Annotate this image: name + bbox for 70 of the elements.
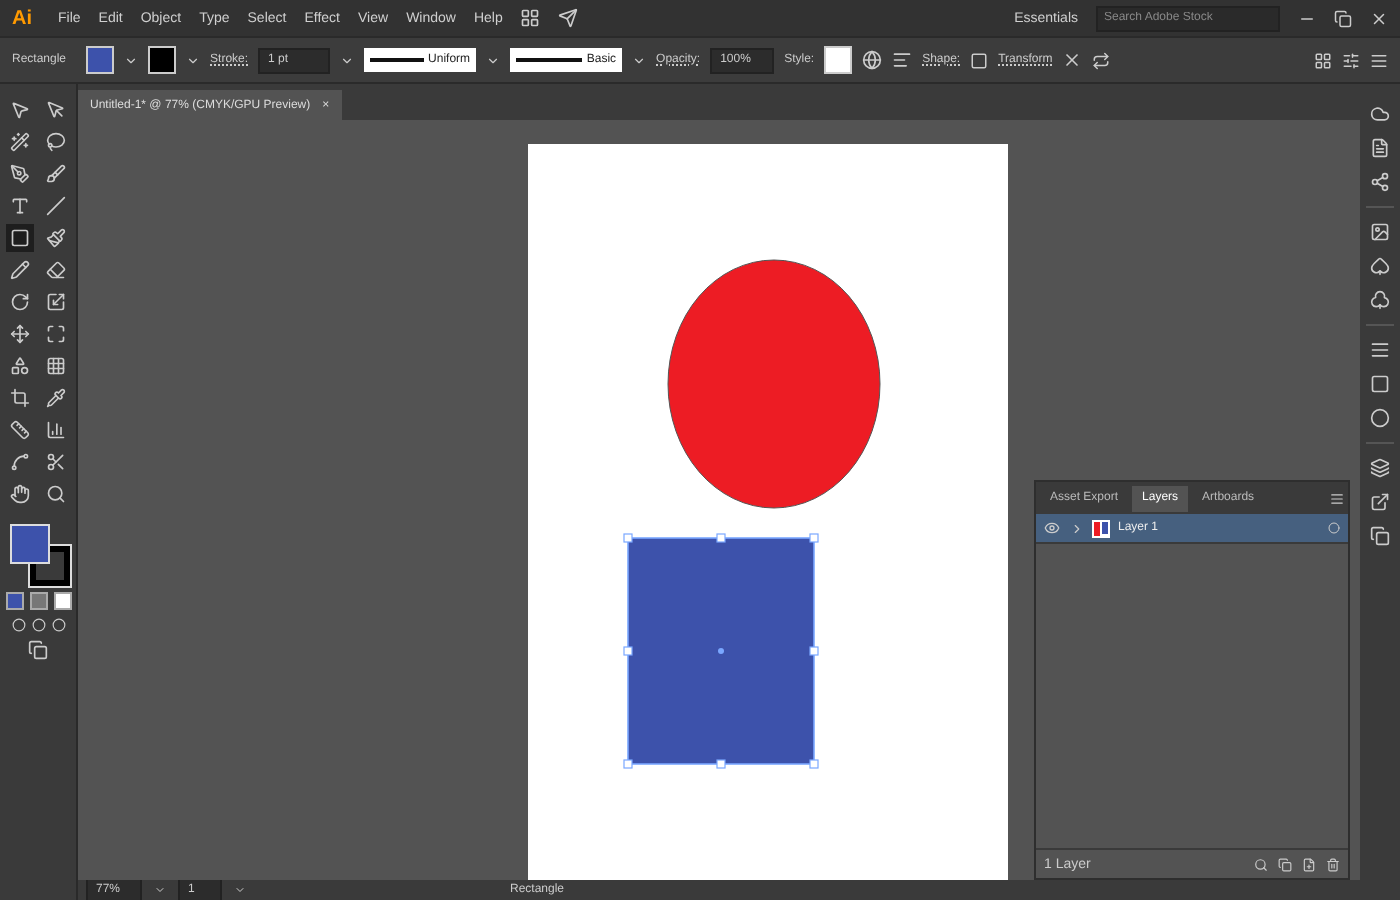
- document-icon: [1370, 138, 1390, 158]
- export-icon: [1370, 492, 1390, 512]
- tool-button[interactable]: [42, 352, 70, 380]
- tool-button[interactable]: [6, 256, 34, 284]
- align-icon: [892, 50, 913, 70]
- gradient-mode-icon[interactable]: [29, 592, 47, 610]
- share-icon: [1370, 172, 1390, 192]
- tool-button[interactable]: [42, 224, 70, 252]
- tool-button[interactable]: [42, 192, 70, 220]
- tool-button[interactable]: [42, 256, 70, 284]
- globe-icon: [862, 50, 883, 70]
- tool-button[interactable]: [6, 288, 34, 316]
- send-icon: [558, 8, 579, 28]
- tool-button[interactable]: [6, 352, 34, 380]
- caret-icon: [154, 884, 166, 896]
- close-icon: [1370, 9, 1388, 27]
- expand-icon: [1070, 521, 1084, 535]
- layout-icon: [520, 8, 541, 28]
- tool-button[interactable]: [42, 288, 70, 316]
- circle-icon: [1370, 408, 1390, 428]
- caret-icon: [186, 53, 201, 67]
- visibility-icon: [1044, 520, 1060, 536]
- none-mode-icon[interactable]: [53, 592, 71, 610]
- tool-button[interactable]: [6, 416, 34, 444]
- tool-button[interactable]: [6, 224, 34, 252]
- caret-icon: [632, 53, 647, 67]
- layers-icon: [1370, 458, 1390, 478]
- lines-icon: [1370, 340, 1390, 360]
- color-mode-icon[interactable]: [5, 592, 23, 610]
- caret-icon: [124, 53, 139, 67]
- club-icon: [1370, 290, 1390, 310]
- sliders-icon: [1342, 51, 1360, 69]
- fill-swatch[interactable]: [10, 524, 50, 564]
- image-icon: [1370, 222, 1390, 242]
- target-icon: [1328, 522, 1340, 534]
- tool-button[interactable]: [42, 416, 70, 444]
- tool-button[interactable]: [6, 480, 34, 508]
- spade-icon: [1370, 256, 1390, 276]
- tool-button[interactable]: [6, 384, 34, 412]
- copy-icon: [1370, 526, 1390, 546]
- tool-button[interactable]: [42, 320, 70, 348]
- tool-button[interactable]: [6, 160, 34, 188]
- tool-button[interactable]: [42, 128, 70, 156]
- delete-icon: [1326, 857, 1340, 871]
- fill-swatch[interactable]: [86, 46, 115, 74]
- tool-button[interactable]: [6, 128, 34, 156]
- square-icon: [1370, 374, 1390, 394]
- tool-button[interactable]: [42, 384, 70, 412]
- tool-button[interactable]: [6, 448, 34, 476]
- menu-icon: [1370, 51, 1388, 69]
- square-icon: [970, 51, 989, 69]
- stroke-swatch[interactable]: [30, 546, 70, 586]
- screen-mode-icon: [28, 640, 48, 660]
- grid-icon: [1314, 51, 1332, 69]
- style-swatch[interactable]: [824, 46, 853, 74]
- menu-icon: [1330, 491, 1344, 505]
- collect-icon: [1278, 857, 1292, 871]
- caret-icon: [234, 884, 246, 896]
- caret-icon: [486, 53, 501, 67]
- caret-icon: [340, 53, 355, 67]
- tool-button[interactable]: [42, 480, 70, 508]
- new-layer-icon: [1302, 857, 1316, 871]
- tool-button[interactable]: [6, 320, 34, 348]
- app-logo: Ai: [12, 7, 32, 29]
- cloud-icon: [1370, 104, 1390, 124]
- repeat-icon: [1092, 51, 1111, 69]
- restore-icon: [1334, 9, 1352, 27]
- layer-thumbnail: [1092, 519, 1110, 537]
- tool-button[interactable]: [42, 160, 70, 188]
- search-icon: [1254, 857, 1268, 871]
